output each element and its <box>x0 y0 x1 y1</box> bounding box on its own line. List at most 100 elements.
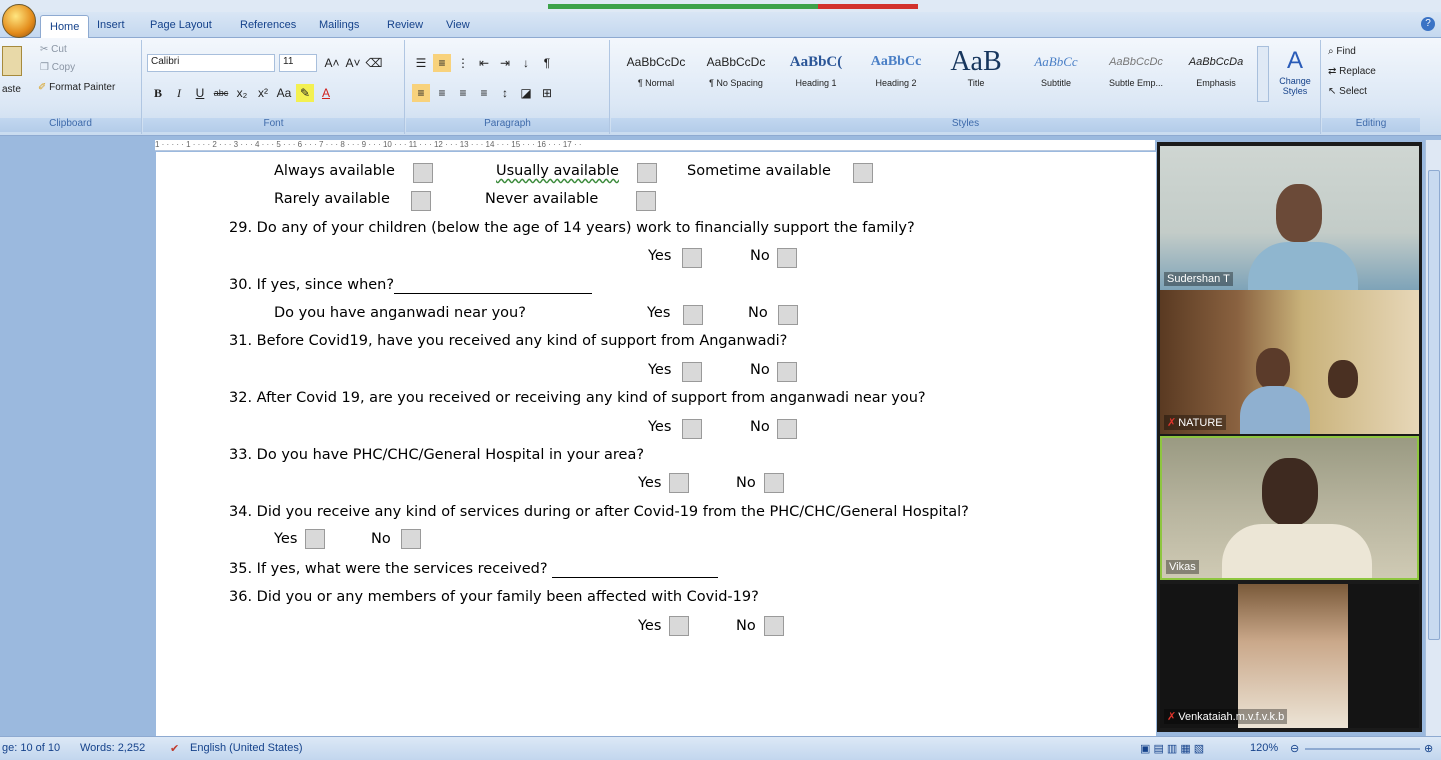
highlight-icon[interactable]: ✎ <box>296 84 314 102</box>
grow-font-icon[interactable]: A˄ <box>323 54 341 72</box>
paste-label[interactable]: aste <box>2 84 21 95</box>
scrollbar-thumb[interactable] <box>1428 170 1440 640</box>
align-left-icon[interactable]: ≡ <box>412 84 430 102</box>
ribbon: aste ✂ Cut ❐ Copy ✐ Format Painter Clipb… <box>0 38 1441 136</box>
bullets-icon[interactable]: ☰ <box>412 54 430 72</box>
proofing-icon[interactable]: ✔ <box>170 742 179 755</box>
style-normal-sample: AaBbCcDc <box>626 55 686 69</box>
style-heading-1[interactable]: AaBbC(Heading 1 <box>777 46 855 102</box>
multilevel-list-icon[interactable]: ⋮ <box>454 54 472 72</box>
q32-yes-checkbox[interactable] <box>682 419 702 439</box>
font-color-icon[interactable]: A <box>317 84 335 102</box>
pilcrow-icon[interactable]: ¶ <box>538 54 556 72</box>
checkbox-sometime[interactable] <box>853 163 873 183</box>
video-tile-sudershan[interactable]: Sudershan T <box>1160 146 1419 290</box>
strikethrough-icon[interactable]: abc <box>212 84 230 102</box>
change-styles-button[interactable]: A Change Styles <box>1273 46 1317 96</box>
video-tile-nature[interactable]: ✗ NATURE <box>1160 290 1419 434</box>
zoom-in-icon[interactable]: ⊕ <box>1424 742 1433 755</box>
q33-yes-checkbox[interactable] <box>669 473 689 493</box>
video-tile-venkataiah[interactable]: ✗ Venkataiah.m.v.f.v.k.b <box>1160 584 1419 728</box>
checkbox-always[interactable] <box>413 163 433 183</box>
checkbox-usually[interactable] <box>637 163 657 183</box>
zoom-out-icon[interactable]: ⊖ <box>1290 742 1299 755</box>
tab-references[interactable]: References <box>240 19 296 31</box>
style-normal[interactable]: AaBbCcDc ¶ Normal <box>617 46 695 102</box>
paste-icon[interactable] <box>2 46 22 76</box>
q29-no-checkbox[interactable] <box>777 248 797 268</box>
decrease-indent-icon[interactable]: ⇤ <box>475 54 493 72</box>
font-size-select[interactable]: 11 <box>279 54 317 72</box>
video-call-panel: Sudershan T ✗ NATURE Vikas ✗ Venkataiah.m.… <box>1157 142 1422 732</box>
q31-yes-checkbox[interactable] <box>682 362 702 382</box>
format-painter-label: Format Painter <box>49 82 116 93</box>
select-button[interactable]: ↖ Select <box>1328 86 1367 97</box>
increase-indent-icon[interactable]: ⇥ <box>496 54 514 72</box>
tab-view[interactable]: View <box>446 19 470 31</box>
tab-insert[interactable]: Insert <box>97 19 125 31</box>
office-button-icon[interactable] <box>2 4 36 38</box>
style-emphasis[interactable]: AaBbCcDa Emphasis <box>1177 46 1255 102</box>
q30-answer-line[interactable] <box>394 277 593 294</box>
clear-formatting-icon[interactable]: ⌫ <box>365 54 383 72</box>
style-subtle-emphasis[interactable]: AaBbCcDc Subtle Emp... <box>1097 46 1175 102</box>
align-right-icon[interactable]: ≡ <box>454 84 472 102</box>
superscript-icon[interactable]: x² <box>254 84 272 102</box>
font-name-select[interactable]: Calibri <box>147 54 275 72</box>
sort-icon[interactable]: ↓ <box>517 54 535 72</box>
change-case-icon[interactable]: Aa <box>275 84 293 102</box>
language[interactable]: English (United States) <box>190 742 303 754</box>
bold-icon[interactable]: B <box>149 84 167 102</box>
q30b-no-checkbox[interactable] <box>778 305 798 325</box>
document-page[interactable]: Always available Usually available Somet… <box>156 152 1156 736</box>
q30b-yes-checkbox[interactable] <box>683 305 703 325</box>
shading-icon[interactable]: ◪ <box>517 84 535 102</box>
q29-yes-checkbox[interactable] <box>682 248 702 268</box>
checkbox-rarely[interactable] <box>411 191 431 211</box>
view-buttons[interactable]: ▣ ▤ ▥ ▦ ▧ <box>1140 742 1204 755</box>
q31-no-checkbox[interactable] <box>777 362 797 382</box>
q33-no-checkbox[interactable] <box>764 473 784 493</box>
tab-home[interactable]: Home <box>40 15 90 39</box>
q35-answer-line[interactable] <box>552 561 719 578</box>
underline-icon[interactable]: U <box>191 84 209 102</box>
horizontal-ruler[interactable]: 1 · · · · · 1 · · · · 2 · · · 3 · · · 4 … <box>155 140 1155 151</box>
cut-button[interactable]: ✂ Cut <box>40 44 67 55</box>
video-tile-vikas[interactable]: Vikas <box>1160 436 1419 580</box>
numbering-icon[interactable]: ≡ <box>433 54 451 72</box>
word-count[interactable]: Words: 2,252 <box>80 742 145 754</box>
q32-no-checkbox[interactable] <box>777 419 797 439</box>
zoom-level[interactable]: 120% <box>1250 742 1278 754</box>
replace-button[interactable]: ⇄ Replace <box>1328 66 1376 77</box>
style-subtitle[interactable]: AaBbCc Subtitle <box>1017 46 1095 102</box>
vertical-scrollbar[interactable] <box>1425 140 1441 736</box>
style-no-spacing[interactable]: AaBbCcDc ¶ No Spacing <box>697 46 775 102</box>
tab-page-layout[interactable]: Page Layout <box>150 19 212 31</box>
line-spacing-icon[interactable]: ↕ <box>496 84 514 102</box>
q36-no-checkbox[interactable] <box>764 616 784 636</box>
borders-icon[interactable]: ⊞ <box>538 84 556 102</box>
styles-scroll[interactable] <box>1257 46 1269 102</box>
shrink-font-icon[interactable]: A˅ <box>344 54 362 72</box>
tab-mailings[interactable]: Mailings <box>319 19 359 31</box>
help-icon[interactable]: ? <box>1421 17 1435 31</box>
q36-yes-checkbox[interactable] <box>669 616 689 636</box>
never-available-label: Never available <box>485 191 599 207</box>
align-center-icon[interactable]: ≡ <box>433 84 451 102</box>
tab-review[interactable]: Review <box>387 19 423 31</box>
q34-yes-checkbox[interactable] <box>305 529 325 549</box>
checkbox-never[interactable] <box>636 191 656 211</box>
subscript-icon[interactable]: x₂ <box>233 84 251 102</box>
style-title[interactable]: AaB Title <box>937 46 1015 102</box>
participant-name: ✗ Venkataiah.m.v.f.v.k.b <box>1164 709 1288 724</box>
copy-button[interactable]: ❐ Copy <box>40 62 75 73</box>
zoom-slider[interactable] <box>1305 748 1420 750</box>
find-button[interactable]: ⌕ Find <box>1328 46 1356 57</box>
page-count[interactable]: ge: 10 of 10 <box>2 742 60 754</box>
format-painter-button[interactable]: ✐ Format Painter <box>38 82 115 93</box>
style-heading-2[interactable]: AaBbCc Heading 2 <box>857 46 935 102</box>
style-no-spacing-name: ¶ No Spacing <box>709 78 763 88</box>
italic-icon[interactable]: I <box>170 84 188 102</box>
q34-no-checkbox[interactable] <box>401 529 421 549</box>
justify-icon[interactable]: ≡ <box>475 84 493 102</box>
